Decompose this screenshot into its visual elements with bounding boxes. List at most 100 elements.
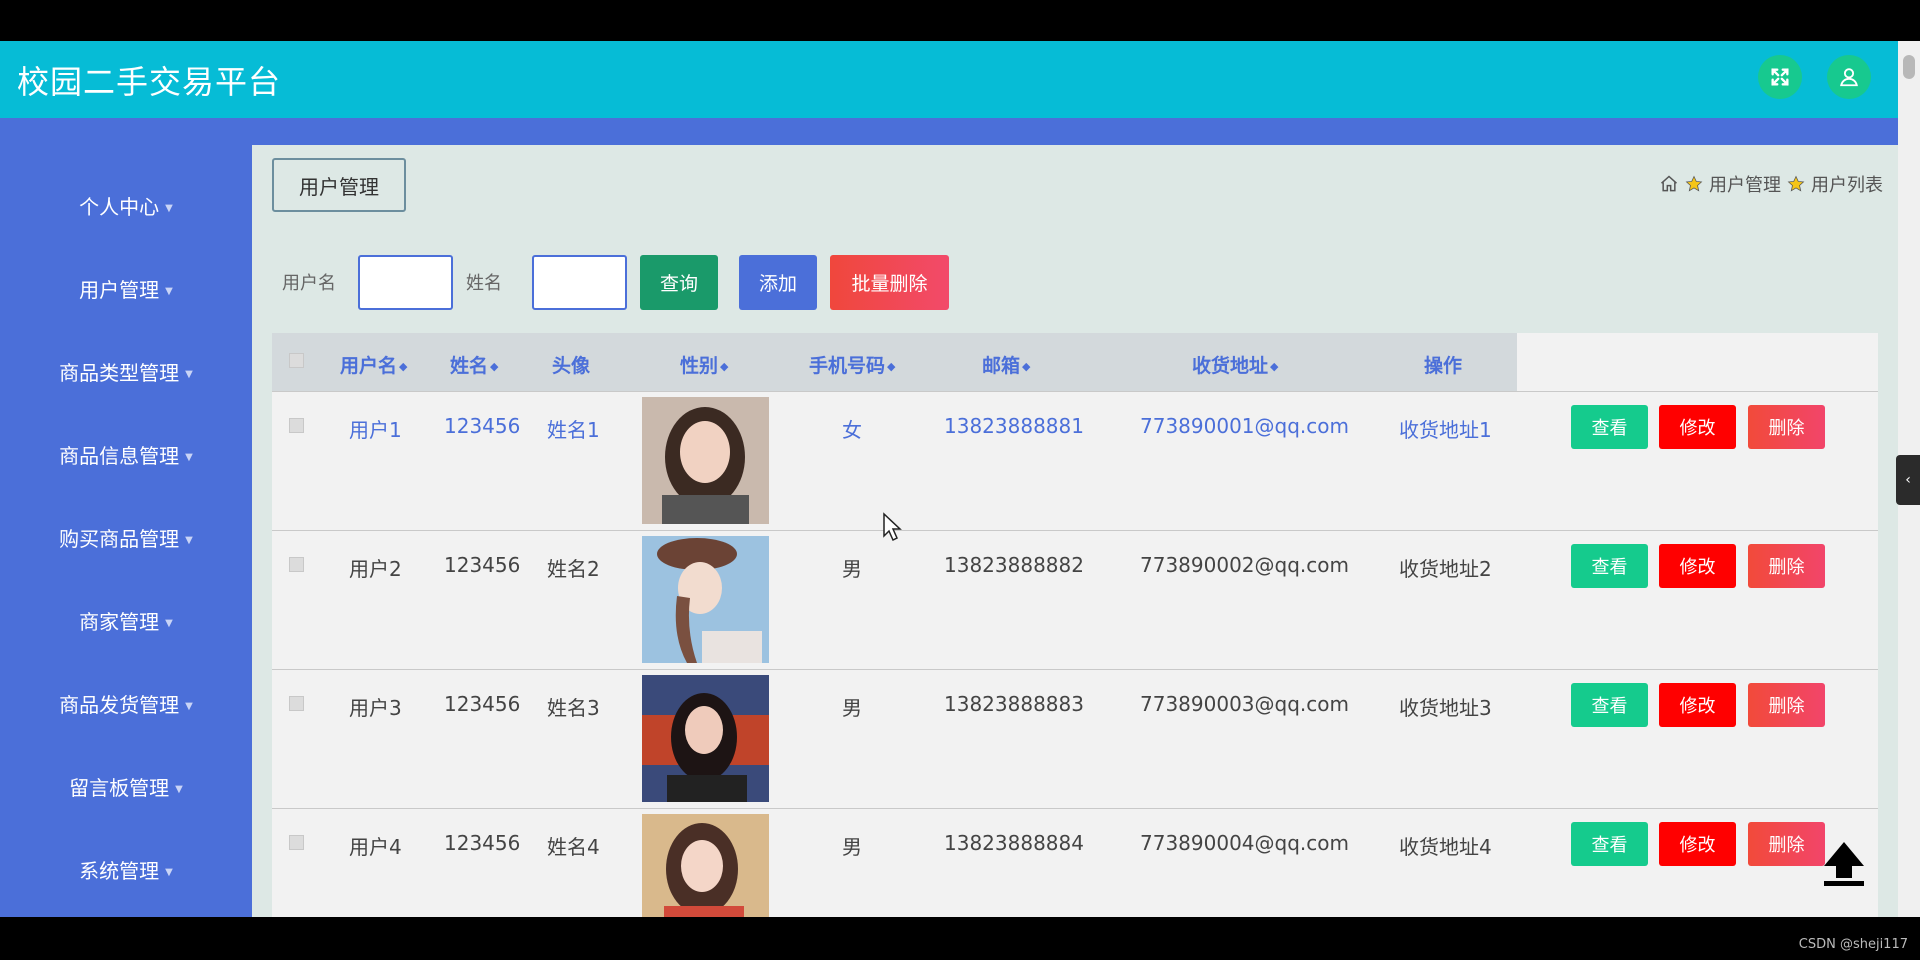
collapse-panel-button[interactable]: ‹ [1896,455,1920,505]
expand-icon [1771,68,1789,86]
row-checkbox[interactable] [289,696,304,711]
cell-name: 姓名1 [547,418,600,442]
edit-button[interactable]: 修改 [1659,822,1736,866]
sidebar: 个人中心 ▼ 用户管理 ▼ 商品类型管理 ▼ 商品信息管理 ▼ 购买商品管理 ▼ 商家管理… [0,145,252,917]
table-row: 用户4 123456 姓名4 男 13823888884 773890004@q… [272,808,1878,917]
select-all-checkbox[interactable] [289,353,304,368]
cell-phone: 13823888881 [944,414,1084,438]
star-icon [1685,175,1703,192]
column-header-email[interactable]: 邮箱 ◆ [982,351,1030,378]
chevron-left-icon: ‹ [1905,472,1911,488]
row-checkbox[interactable] [289,418,304,433]
cell-username: 用户3 [349,696,402,720]
breadcrumb: 用户管理 用户列表 [1659,171,1883,197]
cell-gender: 男 [842,835,862,859]
column-header-phone[interactable]: 手机号码 ◆ [809,351,895,378]
delete-button[interactable]: 删除 [1748,822,1825,866]
watermark: CSDN @sheji117 [1798,937,1908,952]
top-header: 校园二手交易平台 [0,41,1898,118]
sidebar-item-system-management[interactable]: 系统管理 ▼ [0,855,252,884]
username-input[interactable] [358,255,453,310]
cell-password: 123456 [444,692,521,716]
avatar-image [642,397,769,524]
delete-button[interactable]: 删除 [1748,683,1825,727]
scrollbar-thumb[interactable] [1903,55,1915,79]
row-checkbox[interactable] [289,835,304,850]
sidebar-item-label: 购买商品管理 [59,527,180,551]
cell-address: 收货地址4 [1399,835,1492,859]
table-row: 用户2 123456 姓名2 男 13823888882 773890002@q… [272,530,1878,669]
home-icon[interactable] [1659,174,1679,194]
name-label: 姓名 [466,273,502,294]
view-button[interactable]: 查看 [1571,822,1648,866]
name-input[interactable] [532,255,627,310]
view-button[interactable]: 查看 [1571,544,1648,588]
edit-button[interactable]: 修改 [1659,544,1736,588]
caret-down-icon: ▼ [185,701,193,712]
column-header-avatar: 头像 [552,355,591,377]
caret-down-icon: ▼ [175,784,183,795]
column-header-gender[interactable]: 性别 ◆ [680,351,728,378]
sort-icon: ◆ [720,360,729,373]
avatar-image [642,536,769,663]
sidebar-item-label: 系统管理 [79,859,160,883]
column-header-username[interactable]: 用户名 ◆ [340,351,407,378]
batch-delete-button[interactable]: 批量删除 [830,255,949,310]
sidebar-item-shipping-management[interactable]: 商品发货管理 ▼ [0,689,252,718]
user-table: 用户名 ◆ 姓名 ◆ 头像 性别 ◆ 手机号码 ◆ 邮箱 ◆ 收货地址 ◆ 操作 用户1 1… [272,333,1878,917]
breadcrumb-item: 用户列表 [1811,175,1883,196]
sidebar-item-label: 商家管理 [79,610,160,634]
sidebar-item-label: 商品发货管理 [59,693,180,717]
view-button[interactable]: 查看 [1571,405,1648,449]
user-menu-button[interactable] [1827,55,1871,99]
column-header-actions: 操作 [1424,355,1463,377]
sidebar-item-product-info-management[interactable]: 商品信息管理 ▼ [0,440,252,469]
fullscreen-button[interactable] [1758,55,1802,99]
sidebar-item-personal-center[interactable]: 个人中心 ▼ [0,191,252,220]
caret-down-icon: ▼ [185,535,193,546]
cell-username: 用户2 [349,557,402,581]
sidebar-item-merchant-management[interactable]: 商家管理 ▼ [0,606,252,635]
cell-gender: 男 [842,557,862,581]
cell-email: 773890001@qq.com [1140,414,1349,438]
page-tab[interactable]: 用户管理 [272,158,406,212]
cell-username: 用户4 [349,835,402,859]
row-checkbox[interactable] [289,557,304,572]
view-button[interactable]: 查看 [1571,683,1648,727]
cell-username: 用户1 [349,418,402,442]
cell-address: 收货地址3 [1399,696,1492,720]
back-to-top-icon[interactable] [1818,838,1870,888]
sidebar-item-label: 用户管理 [79,278,160,302]
column-header-name[interactable]: 姓名 ◆ [450,351,498,378]
delete-button[interactable]: 删除 [1748,405,1825,449]
sort-icon: ◆ [1022,360,1031,373]
column-header-address[interactable]: 收货地址 ◆ [1192,351,1278,378]
cell-email: 773890003@qq.com [1140,692,1349,716]
add-button[interactable]: 添加 [739,255,817,310]
sort-icon: ◆ [490,360,499,373]
sidebar-item-message-board-management[interactable]: 留言板管理 ▼ [0,772,252,801]
star-icon [1787,175,1805,192]
cell-phone: 13823888882 [944,553,1084,577]
breadcrumb-item[interactable]: 用户管理 [1709,171,1781,197]
cell-phone: 13823888883 [944,692,1084,716]
sidebar-item-label: 商品类型管理 [59,361,180,385]
caret-down-icon: ▼ [165,867,173,878]
sidebar-item-label: 商品信息管理 [59,444,180,468]
cell-phone: 13823888884 [944,831,1084,855]
edit-button[interactable]: 修改 [1659,683,1736,727]
edit-button[interactable]: 修改 [1659,405,1736,449]
cell-password: 123456 [444,414,521,438]
cell-gender: 男 [842,696,862,720]
delete-button[interactable]: 删除 [1748,544,1825,588]
sidebar-item-product-type-management[interactable]: 商品类型管理 ▼ [0,357,252,386]
query-button[interactable]: 查询 [640,255,718,310]
cell-email: 773890002@qq.com [1140,553,1349,577]
sidebar-item-user-management[interactable]: 用户管理 ▼ [0,274,252,303]
cell-password: 123456 [444,553,521,577]
sidebar-item-purchase-management[interactable]: 购买商品管理 ▼ [0,523,252,552]
cell-address: 收货地址1 [1399,418,1492,442]
main-content: 用户管理 用户管理 用户列表 用户名 姓名 查询 添加 批量删除 用户名 ◆ 姓名… [252,145,1898,917]
sort-icon: ◆ [1270,360,1279,373]
screen: 校园二手交易平台 个人中心 ▼ 用户管理 ▼ 商品类型管理 ▼ 商品信息管理 ▼ 购买商… [0,0,1920,960]
